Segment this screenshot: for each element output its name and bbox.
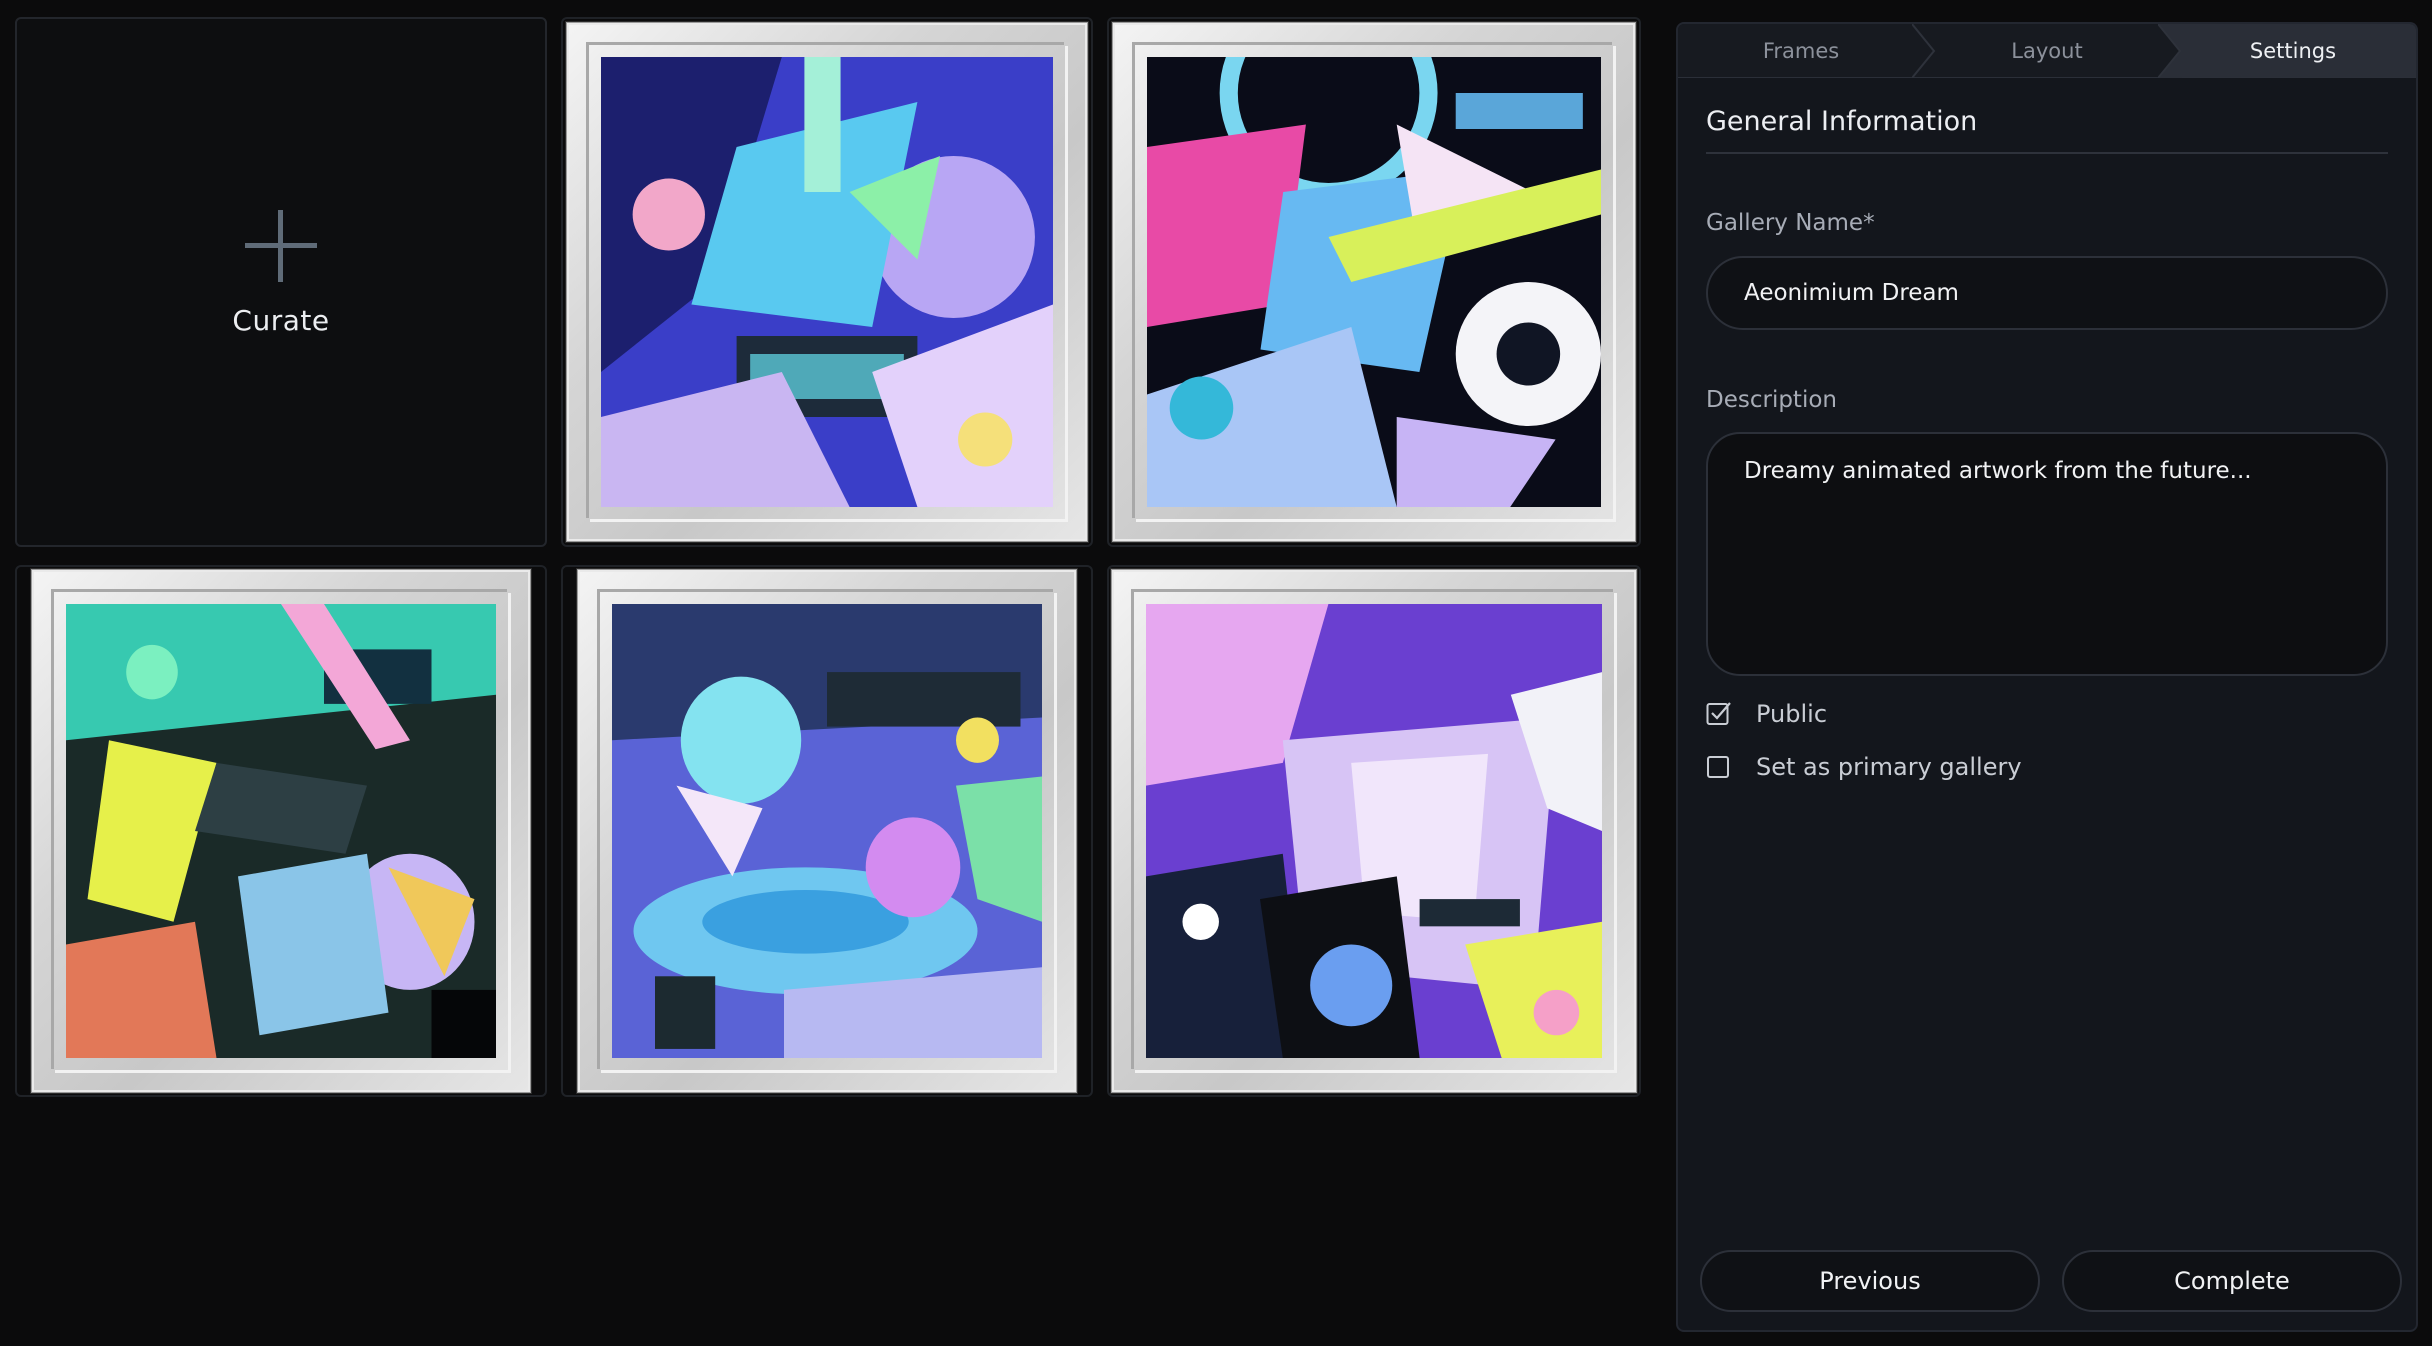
gallery-name-input[interactable] [1706,256,2388,330]
complete-button[interactable]: Complete [2062,1250,2402,1312]
public-checkbox-row[interactable]: Public [1706,700,1827,728]
artwork-slot[interactable] [561,17,1093,547]
primary-gallery-label: Set as primary gallery [1756,753,2022,781]
picture-frame [1111,569,1637,1093]
artwork-slot[interactable] [561,565,1093,1097]
artwork-slot[interactable] [15,565,547,1097]
checkbox-checked-icon[interactable] [1706,701,1732,727]
step-tabs: Frames Layout Settings [1678,24,2416,78]
artwork-illustration [1147,57,1601,507]
artwork-image [66,604,496,1058]
public-label: Public [1756,700,1828,728]
artwork-slot[interactable] [1107,17,1641,547]
tab-settings-label: Settings [2249,38,2337,63]
artwork-illustration [1146,604,1602,1058]
picture-frame [31,569,531,1093]
section-title: General Information [1706,106,1978,137]
artwork-image [601,57,1053,507]
artwork-illustration [612,604,1042,1058]
description-textarea[interactable]: Dreamy animated artwork from the future.… [1706,432,2388,676]
tab-frames[interactable]: Frames [1678,24,1936,78]
picture-frame [577,569,1077,1093]
artwork-illustration [601,57,1053,507]
gallery-name-label: Gallery Name* [1706,210,1875,236]
settings-panel: Frames Layout Settings General Informati… [1676,22,2418,1332]
chevron-separator-icon [2158,24,2182,78]
artwork-image [1147,57,1601,507]
picture-frame [566,22,1088,542]
artwork-image [1146,604,1602,1058]
chevron-separator-icon [1912,24,1936,78]
curate-tile[interactable]: Curate [15,17,547,547]
tab-settings[interactable]: Settings [2170,24,2416,77]
primary-gallery-checkbox-row[interactable]: Set as primary gallery [1706,753,2022,781]
curate-label: Curate [232,303,330,337]
tab-layout-label: Layout [2011,38,2083,63]
tab-layout[interactable]: Layout [1924,24,2182,78]
previous-button[interactable]: Previous [1700,1250,2040,1312]
artwork-image [612,604,1042,1058]
picture-frame [1112,22,1636,542]
description-label: Description [1706,387,1837,413]
section-divider [1706,152,2388,154]
checkbox-unchecked-icon[interactable] [1706,754,1732,780]
curate-content: Curate [17,19,545,545]
plus-icon [245,209,317,282]
artwork-illustration [66,604,496,1058]
artwork-slot[interactable] [1107,565,1641,1097]
tab-frames-label: Frames [1762,38,1840,63]
